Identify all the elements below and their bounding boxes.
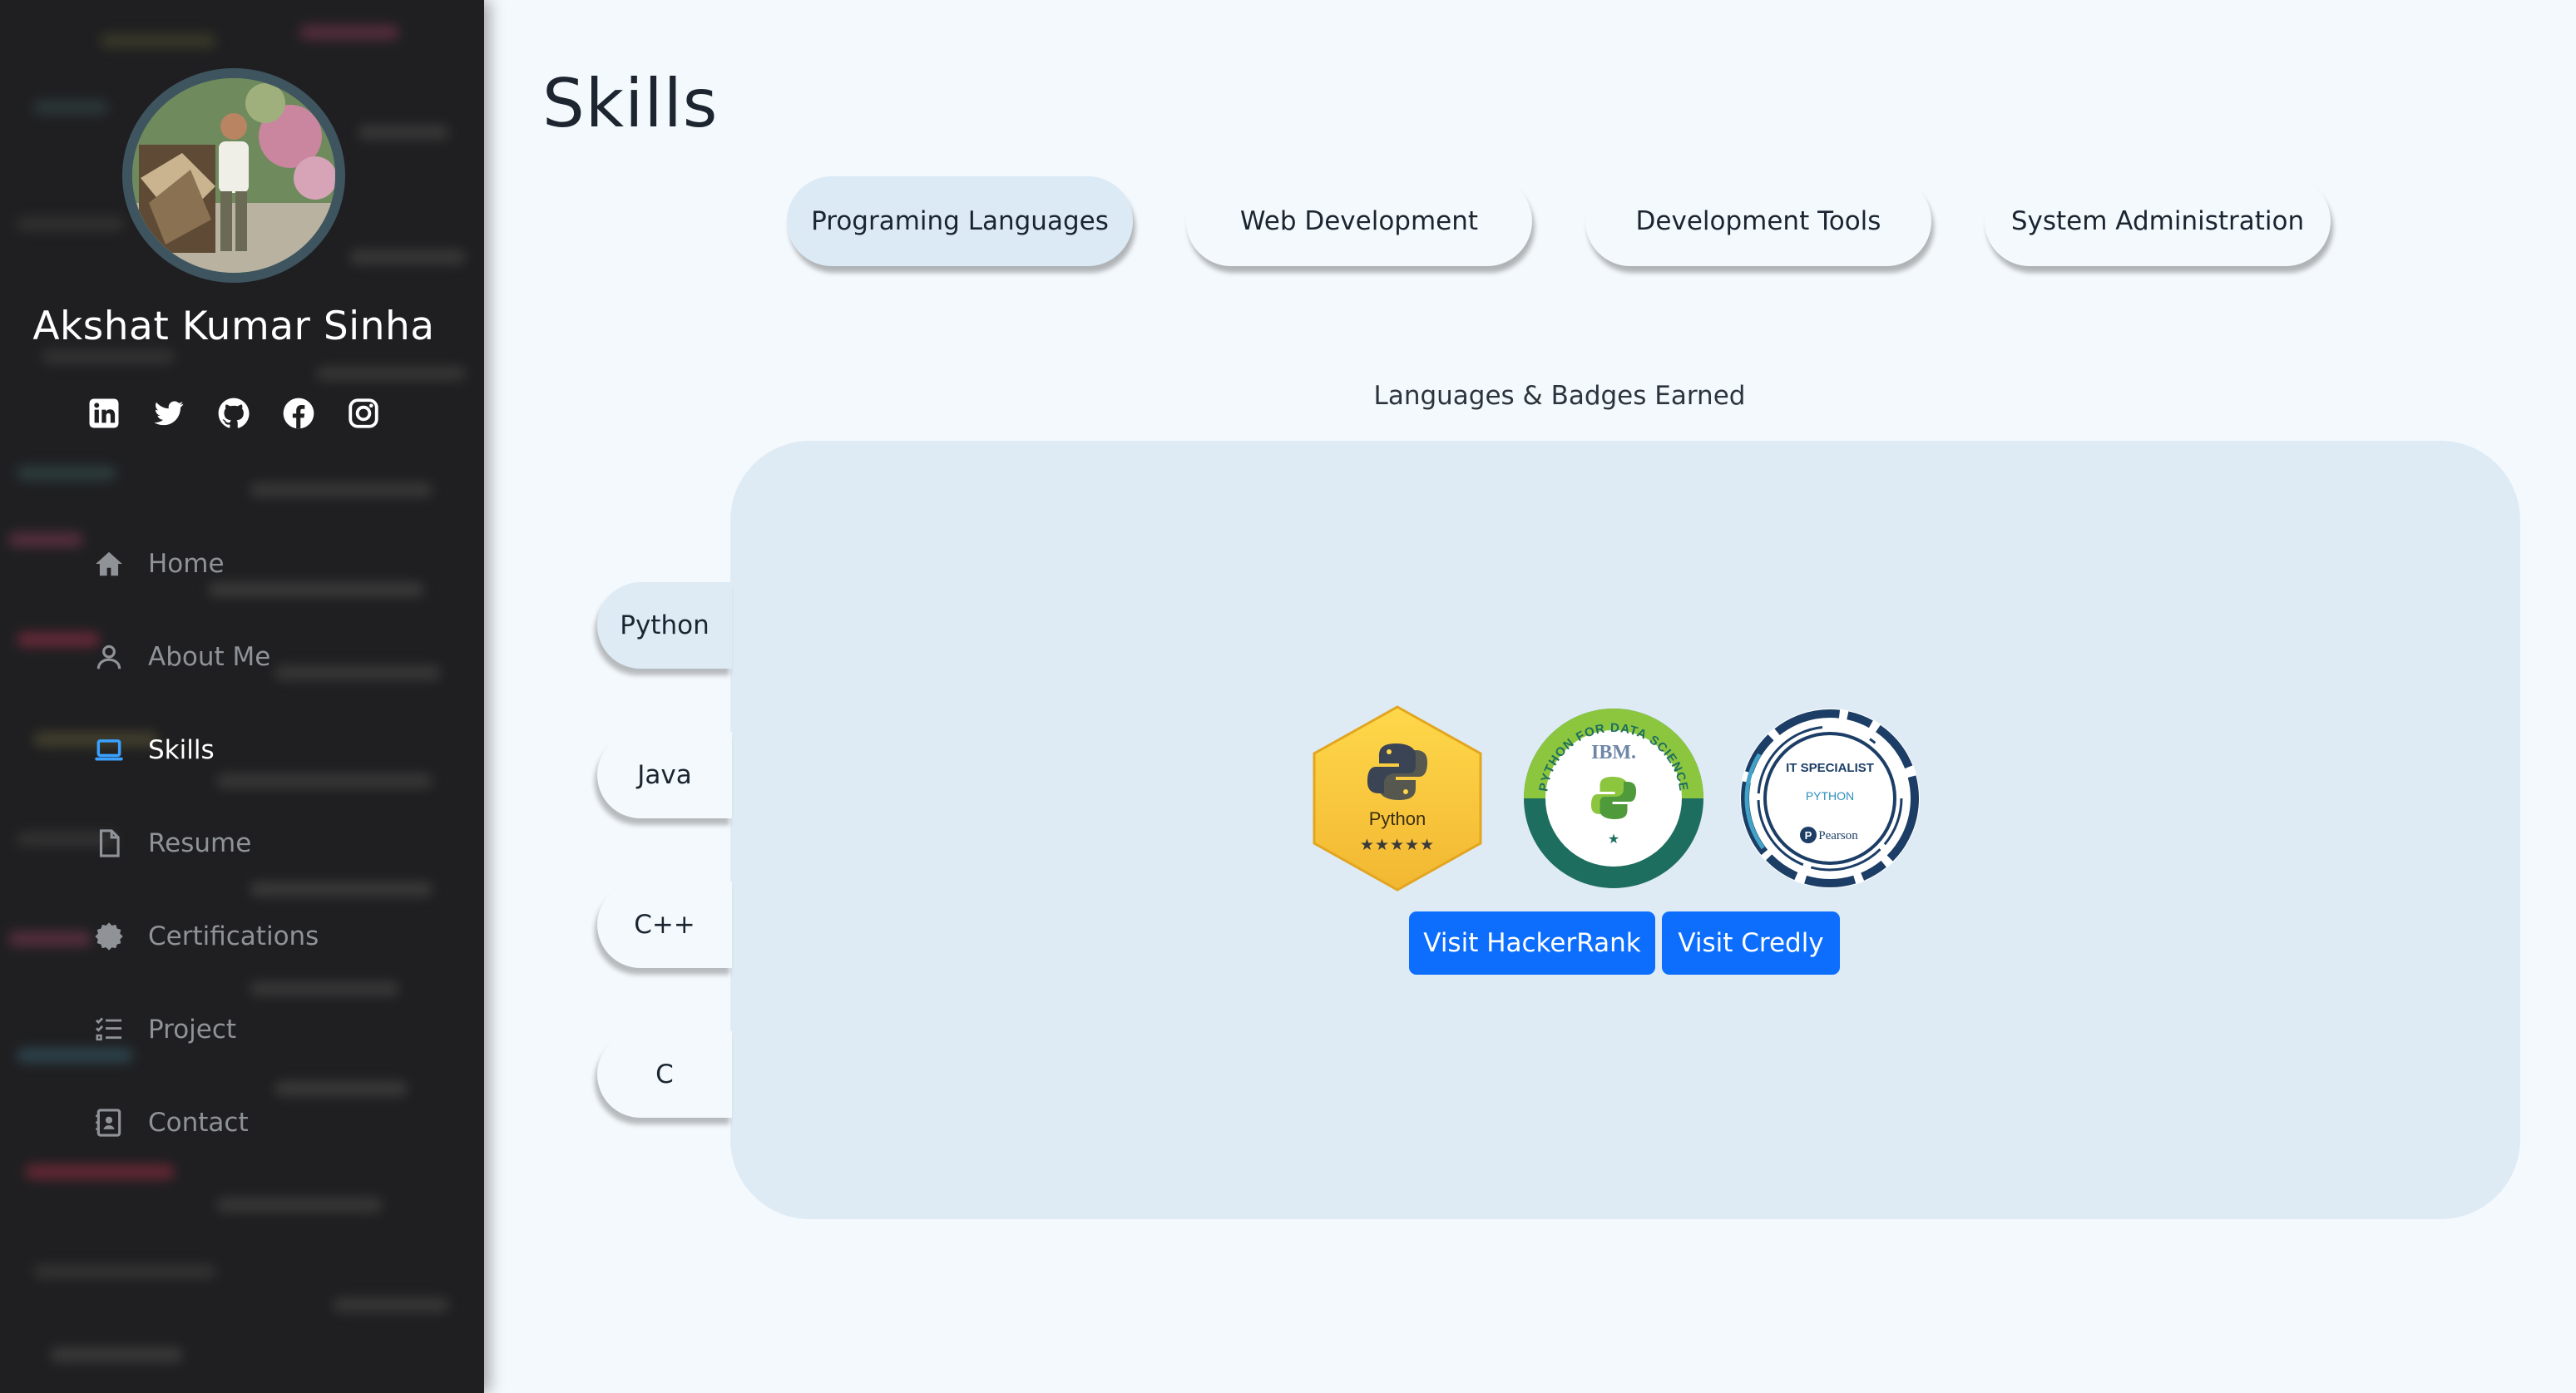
nav-item-resume[interactable]: Resume — [91, 820, 408, 867]
home-icon — [91, 546, 126, 581]
nav-label-project: Project — [148, 1015, 237, 1045]
github-icon[interactable] — [216, 396, 251, 431]
nav-label-home: Home — [148, 549, 225, 579]
section-caption: Languages & Badges Earned — [1373, 381, 1746, 411]
social-links — [87, 396, 381, 431]
nav-item-home[interactable]: Home — [91, 541, 408, 587]
hackerrank-python-badge: Python ★★★★★ — [1306, 704, 1489, 893]
visit-hackerrank-button[interactable]: Visit HackerRank — [1409, 911, 1655, 975]
nav-item-about-me[interactable]: About Me — [91, 634, 408, 680]
nav-label-resume: Resume — [148, 828, 252, 858]
language-tab-java[interactable]: Java — [597, 732, 732, 818]
language-tab-cpp[interactable]: C++ — [597, 882, 732, 968]
ibm-badge-star: ★ — [1608, 831, 1619, 847]
nav-item-skills[interactable]: Skills — [91, 727, 408, 773]
nav-item-certifications[interactable]: Certifications — [91, 913, 408, 960]
tab-web-development[interactable]: Web Development — [1186, 176, 1532, 266]
page-title: Skills — [542, 65, 719, 142]
language-tab-python[interactable]: Python — [597, 582, 732, 669]
ibm-logo-text: IBM. — [1591, 742, 1636, 763]
tab-programing-languages[interactable]: Programing Languages — [787, 176, 1133, 266]
hackerrank-badge-label: Python — [1369, 808, 1426, 829]
laptop-icon — [91, 733, 126, 768]
nav-item-project[interactable]: Project — [91, 1006, 408, 1053]
sidebar: Akshat Kumar Sinha Home About Me Skills … — [0, 0, 484, 1393]
profile-avatar — [122, 68, 345, 283]
pearson-it-specialist-badge: IT SPECIALIST PYTHON P Pearson — [1738, 704, 1921, 893]
pearson-logo-text: Pearson — [1818, 829, 1858, 842]
ibm-python-data-science-badge: PYTHON FOR DATA SCIENCE COGNITIVE CLASS … — [1522, 704, 1705, 893]
tab-development-tools[interactable]: Development Tools — [1585, 176, 1931, 266]
checklist-icon — [91, 1012, 126, 1047]
pearson-badge-subject: PYTHON — [1806, 789, 1854, 803]
instagram-icon[interactable] — [346, 396, 381, 431]
nav-label-contact: Contact — [148, 1108, 249, 1138]
tab-system-administration[interactable]: System Administration — [1985, 176, 2331, 266]
linkedin-icon[interactable] — [87, 396, 121, 431]
language-tab-c[interactable]: C — [597, 1031, 732, 1118]
person-icon — [91, 640, 126, 674]
profile-name: Akshat Kumar Sinha — [32, 304, 435, 349]
twitter-icon[interactable] — [151, 396, 186, 431]
facebook-icon[interactable] — [281, 396, 316, 431]
nav-label-about-me: About Me — [148, 642, 271, 672]
file-icon — [91, 826, 126, 861]
nav-label-skills: Skills — [148, 735, 215, 765]
pearson-logo-mark: P — [1805, 829, 1812, 842]
contact-card-icon — [91, 1105, 126, 1140]
nav-label-certifications: Certifications — [148, 921, 319, 951]
badge-icon — [91, 919, 126, 954]
pearson-badge-title: IT SPECIALIST — [1786, 761, 1874, 775]
nav-item-contact[interactable]: Contact — [91, 1099, 408, 1146]
hackerrank-badge-stars: ★★★★★ — [1360, 836, 1435, 854]
visit-credly-button[interactable]: Visit Credly — [1662, 911, 1840, 975]
